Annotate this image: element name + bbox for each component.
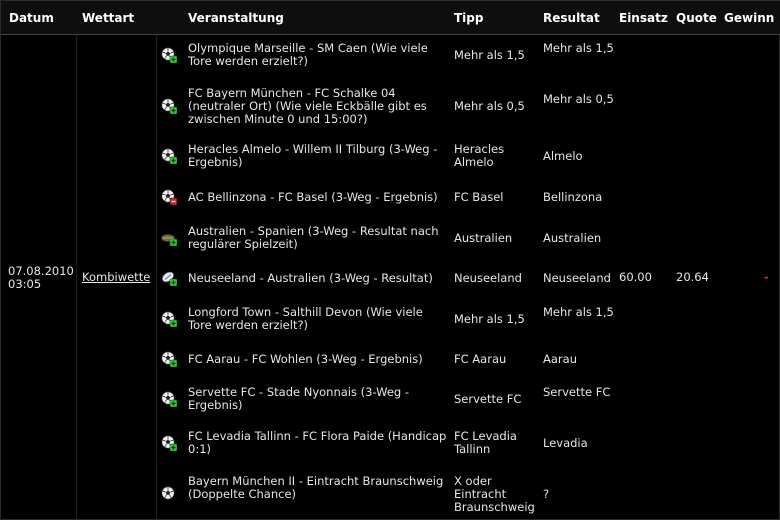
event-row: FC Aarau - FC Wohlen (3-Weg - Ergebnis) F… — [156, 339, 780, 379]
event-name: AC Bellinzona - FC Basel (3-Weg - Ergebn… — [188, 189, 438, 204]
event-tip: X oder Eintracht Braunschweig — [454, 473, 535, 514]
soccer-ball-win-icon — [161, 351, 178, 368]
bet-type-cell: Kombiwette — [82, 271, 150, 284]
event-row: AC Bellinzona - FC Basel (3-Weg - Ergebn… — [156, 177, 780, 217]
soccer-ball-win-icon — [161, 47, 178, 64]
event-name: Servette FC - Stade Nyonnais (3-Weg - Er… — [188, 385, 409, 412]
event-tip: Neuseeland — [454, 270, 522, 285]
kombiwette-link[interactable]: Kombiwette — [82, 270, 150, 284]
event-result: Aarau — [543, 351, 577, 366]
col-resultat: Resultat — [543, 11, 600, 25]
event-name: FC Levadia Tallinn - FC Flora Paide (Han… — [188, 429, 447, 456]
soccer-ball-icon — [161, 486, 177, 502]
col-quote: Quote — [676, 11, 717, 25]
event-name: Australien - Spanien (3-Weg - Resultat n… — [188, 224, 439, 251]
event-result: Australien — [543, 230, 602, 245]
table-header: Datum Wettart Veranstaltung Tipp Resulta… — [1, 1, 780, 35]
event-row: Neuseeland - Australien (3-Weg - Resulta… — [156, 258, 780, 298]
event-tip: FC Aarau — [454, 351, 507, 366]
bet-time: 03:05 — [8, 277, 42, 291]
event-name: Bayern München II - Eintracht Braunschwe… — [188, 473, 444, 501]
event-result: Neuseeland — [543, 270, 611, 285]
event-result: Mehr als 1,5 — [543, 305, 614, 319]
event-result: Mehr als 1,5 — [543, 41, 614, 55]
col-einsatz: Einsatz — [619, 11, 668, 25]
event-row: Australien - Spanien (3-Weg - Resultat n… — [156, 218, 780, 258]
event-tip: Mehr als 1,5 — [454, 311, 525, 326]
event-row: Olympique Marseille - SM Caen (Wie viele… — [156, 35, 780, 75]
event-result: Levadia — [543, 435, 588, 450]
column-divider — [76, 35, 77, 519]
col-veranstaltung: Veranstaltung — [188, 11, 284, 25]
event-result: Servette FC — [543, 385, 611, 399]
col-tipp: Tipp — [454, 11, 484, 25]
soccer-ball-loss-icon — [161, 189, 178, 206]
event-result: Bellinzona — [543, 189, 603, 204]
field-win-icon — [161, 230, 178, 247]
event-name: Olympique Marseille - SM Caen (Wie viele… — [188, 41, 428, 68]
event-result: Mehr als 0,5 — [543, 92, 614, 106]
soccer-ball-win-icon — [161, 435, 178, 452]
event-tip: Mehr als 1,5 — [454, 47, 525, 62]
event-row: Servette FC - Stade Nyonnais (3-Weg - Er… — [156, 379, 780, 419]
soccer-ball-win-icon — [161, 391, 178, 408]
event-tip: Mehr als 0,5 — [454, 98, 525, 113]
rugby-ball-win-icon — [161, 270, 178, 287]
event-name: FC Bayern München - FC Schalke 04 (neutr… — [188, 85, 427, 126]
bet-datetime: 07.08.2010 03:05 — [8, 265, 74, 291]
event-name: FC Aarau - FC Wohlen (3-Weg - Ergebnis) — [188, 351, 423, 366]
soccer-ball-win-icon — [161, 148, 178, 165]
event-name: Neuseeland - Australien (3-Weg - Resulta… — [188, 270, 433, 285]
event-row: Longford Town - Salthill Devon (Wie viel… — [156, 299, 780, 339]
col-gewinn: Gewinn — [724, 11, 775, 25]
event-tip: Heracles Almelo — [454, 142, 505, 169]
soccer-ball-win-icon — [161, 98, 178, 115]
event-row: FC Bayern München - FC Schalke 04 (neutr… — [156, 86, 780, 126]
event-name: Longford Town - Salthill Devon (Wie viel… — [188, 305, 423, 332]
col-datum: Datum — [9, 11, 54, 25]
bet-history-table: Datum Wettart Veranstaltung Tipp Resulta… — [0, 0, 780, 520]
event-row: FC Levadia Tallinn - FC Flora Paide (Han… — [156, 423, 780, 463]
event-row: Bayern München II - Eintracht Braunschwe… — [156, 474, 780, 514]
event-name: Heracles Almelo - Willem II Tilburg (3-W… — [188, 142, 438, 169]
col-wettart: Wettart — [82, 11, 135, 25]
event-result: Almelo — [543, 148, 583, 163]
soccer-ball-win-icon — [161, 311, 178, 328]
event-tip: Servette FC — [454, 391, 522, 406]
event-tip: FC Levadia Tallinn — [454, 429, 517, 456]
event-row: Heracles Almelo - Willem II Tilburg (3-W… — [156, 136, 780, 176]
event-tip: Australien — [454, 230, 513, 245]
event-tip: FC Basel — [454, 189, 504, 204]
event-result: ? — [543, 486, 550, 501]
